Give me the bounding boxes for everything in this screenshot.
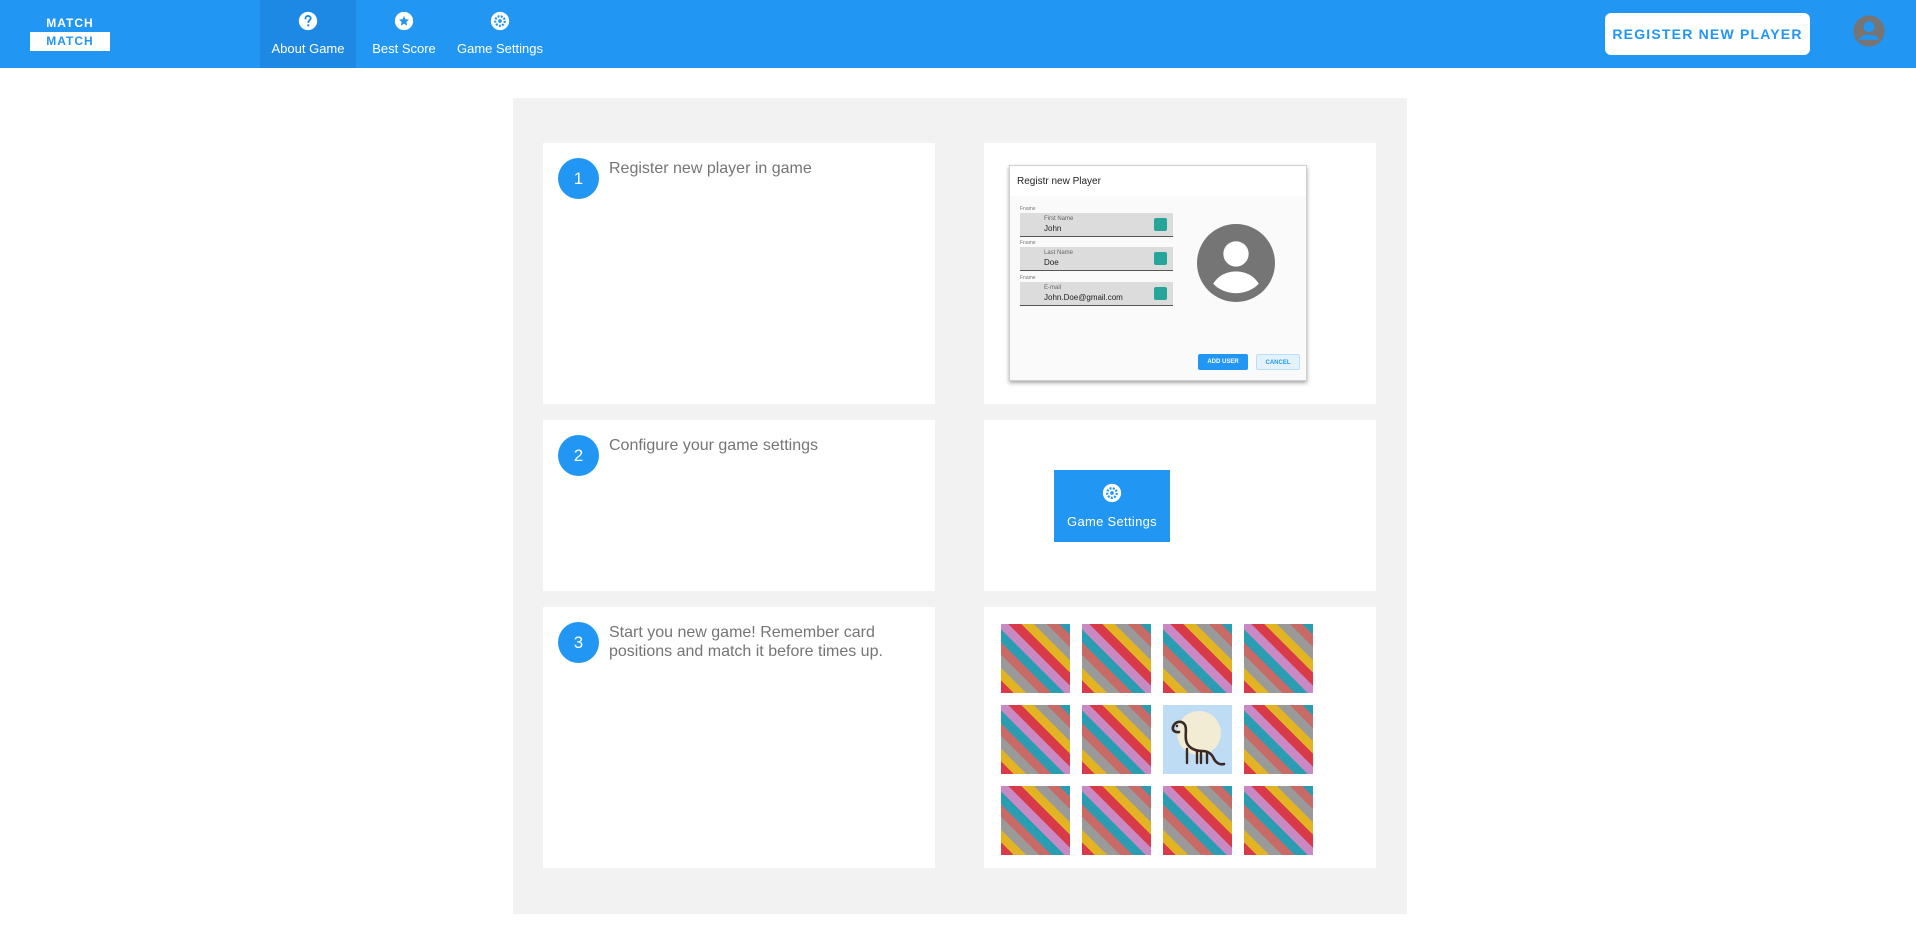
check-icon bbox=[1154, 218, 1167, 231]
cancel-button: CANCEL bbox=[1256, 354, 1300, 370]
nav-about-game-label: About Game bbox=[271, 41, 345, 56]
step-card-1: 1 Register new player in game bbox=[543, 143, 935, 404]
memory-card bbox=[1082, 786, 1151, 855]
field-caption: Fname bbox=[1020, 275, 1036, 281]
memory-card bbox=[1001, 624, 1070, 693]
memory-card bbox=[1082, 705, 1151, 774]
register-new-player-button[interactable]: REGISTER NEW PLAYER bbox=[1605, 13, 1810, 55]
dialog-title: Registr new Player bbox=[1017, 176, 1101, 187]
field-label: E-mail bbox=[1044, 285, 1062, 291]
memory-card bbox=[1001, 786, 1070, 855]
settings-preview-label: Game Settings bbox=[1067, 514, 1157, 529]
step-card-3: 3 Start you new game! Remember card posi… bbox=[543, 607, 935, 868]
nav-game-settings[interactable]: Game Settings bbox=[452, 0, 548, 68]
app-logo[interactable]: MATCH MATCH bbox=[30, 14, 110, 54]
nav-best-score[interactable]: Best Score bbox=[366, 0, 442, 68]
field-caption: Fname bbox=[1020, 206, 1036, 212]
field-label: First Name bbox=[1044, 216, 1074, 222]
field-value: John bbox=[1044, 224, 1062, 233]
logo-text-bottom: MATCH bbox=[30, 32, 110, 51]
field-label: Last Name bbox=[1044, 250, 1074, 256]
email-field: E-mail John.Doe@gmail.com bbox=[1020, 282, 1173, 306]
memory-card bbox=[1082, 624, 1151, 693]
memory-card bbox=[1244, 705, 1313, 774]
first-name-field: First Name John bbox=[1020, 213, 1173, 237]
gear-icon bbox=[1102, 483, 1122, 503]
nav-best-score-label: Best Score bbox=[372, 41, 436, 56]
memory-card bbox=[1163, 786, 1232, 855]
account-circle-icon[interactable] bbox=[1852, 14, 1886, 48]
check-icon bbox=[1154, 252, 1167, 265]
gear-icon bbox=[490, 11, 510, 31]
add-user-button: ADD USER bbox=[1198, 354, 1248, 370]
dialog-title-bar: Registr new Player bbox=[1010, 166, 1306, 196]
star-circle-icon bbox=[394, 11, 414, 31]
memory-card-revealed bbox=[1163, 705, 1232, 774]
step-description: Start you new game! Remember card positi… bbox=[609, 624, 883, 660]
game-settings-preview-button: Game Settings bbox=[1054, 470, 1170, 542]
settings-preview-card: Game Settings bbox=[984, 420, 1376, 591]
about-game-panel: 1 Register new player in game Registr ne… bbox=[513, 98, 1407, 914]
memory-card bbox=[1244, 786, 1313, 855]
dinosaur-icon bbox=[1171, 711, 1226, 766]
question-circle-icon bbox=[298, 11, 318, 31]
step-number-badge: 1 bbox=[558, 158, 599, 199]
nav-game-settings-label: Game Settings bbox=[457, 41, 543, 56]
step-number-badge: 2 bbox=[558, 435, 599, 476]
nav-about-game[interactable]: About Game bbox=[260, 0, 356, 68]
step-number-badge: 3 bbox=[558, 622, 599, 663]
top-app-bar: MATCH MATCH About Game Best Score Game S… bbox=[0, 0, 1916, 68]
step-description: Register new player in game bbox=[609, 160, 812, 177]
logo-text-top: MATCH bbox=[46, 16, 94, 30]
check-icon bbox=[1154, 287, 1167, 300]
field-value: Doe bbox=[1044, 258, 1059, 267]
step-description: Configure your game settings bbox=[609, 437, 818, 454]
register-dialog-preview: Registr new Player Fname First Name John… bbox=[1009, 165, 1307, 381]
step-card-2: 2 Configure your game settings bbox=[543, 420, 935, 591]
field-value: John.Doe@gmail.com bbox=[1044, 293, 1123, 302]
memory-card bbox=[1001, 705, 1070, 774]
field-caption: Fname bbox=[1020, 240, 1036, 246]
avatar-placeholder-icon bbox=[1197, 224, 1275, 302]
memory-card bbox=[1163, 624, 1232, 693]
memory-grid-preview-card bbox=[984, 607, 1376, 868]
last-name-field: Last Name Doe bbox=[1020, 247, 1173, 271]
memory-card bbox=[1244, 624, 1313, 693]
register-preview-card: Registr new Player Fname First Name John… bbox=[984, 143, 1376, 404]
